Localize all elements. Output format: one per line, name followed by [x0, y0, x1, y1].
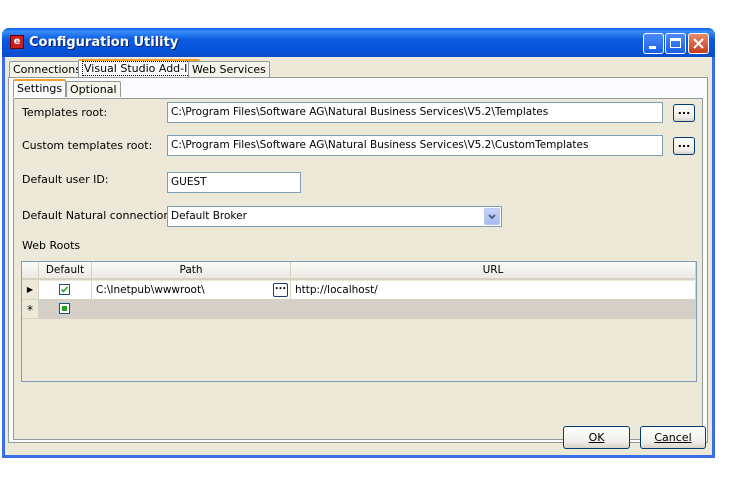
default-user-id-field[interactable]: GUEST	[167, 172, 301, 193]
column-header-default[interactable]: Default	[39, 262, 92, 280]
tab-web-services[interactable]: Web Services	[188, 61, 270, 77]
default-user-id-label: Default user ID:	[22, 173, 109, 186]
path-browse-button[interactable]: ...	[273, 282, 288, 297]
default-natural-connection-select[interactable]: Default Broker	[167, 206, 502, 227]
new-row-indicator: *	[22, 300, 39, 319]
minimize-button[interactable]	[643, 33, 664, 54]
indeterminate-icon	[62, 306, 67, 311]
title-bar[interactable]: e Configuration Utility	[2, 28, 715, 57]
new-row-url-cell[interactable]	[291, 300, 696, 319]
templates-root-field[interactable]: C:\Program Files\Software AG\Natural Bus…	[167, 102, 663, 123]
table-row-path-cell[interactable]: C:\Inetpub\wwwroot\ ...	[92, 281, 291, 300]
window-title: Configuration Utility	[29, 35, 179, 50]
custom-templates-root-browse-button[interactable]: ...	[673, 137, 695, 155]
dialog-client-area: Connections Visual Studio Add-In Web Ser…	[5, 57, 712, 455]
settings-panel: Templates root: C:\Program Files\Softwar…	[13, 98, 703, 440]
tab-connections[interactable]: Connections	[9, 61, 85, 77]
default-natural-connection-value: Default Broker	[171, 210, 247, 222]
table-row-url-cell[interactable]: http://localhost/	[291, 281, 696, 300]
dropdown-button[interactable]	[484, 208, 500, 225]
row-indicator: ▶	[22, 281, 39, 300]
path-value: C:\Inetpub\wwwroot\	[96, 284, 205, 296]
maximize-icon	[670, 38, 681, 48]
chevron-down-icon	[488, 214, 496, 220]
web-roots-label: Web Roots	[22, 239, 81, 252]
templates-root-label: Templates root:	[22, 106, 108, 119]
new-row-default-cell[interactable]	[39, 300, 92, 319]
tab-optional[interactable]: Optional	[66, 81, 121, 97]
new-row-checkbox[interactable]	[59, 303, 70, 314]
app-icon: e	[10, 35, 24, 49]
column-header-path[interactable]: Path	[92, 262, 291, 280]
configuration-utility-window: e Configuration Utility Connections Visu…	[2, 28, 715, 458]
minimize-icon	[649, 46, 656, 49]
tab-visual-studio-add-in[interactable]: Visual Studio Add-In	[78, 59, 201, 77]
tab-settings[interactable]: Settings	[13, 79, 67, 97]
cancel-button[interactable]: Cancel	[640, 426, 706, 449]
templates-root-browse-button[interactable]: ...	[673, 104, 695, 122]
web-roots-grid[interactable]: Default Path URL ▶ C:\Inetpub\wwwroot\ .…	[21, 261, 697, 382]
row-header-corner	[22, 262, 39, 280]
visual-studio-add-in-panel: Settings Optional Templates root: C:\Pro…	[8, 77, 708, 443]
maximize-button[interactable]	[665, 33, 686, 54]
custom-templates-root-label: Custom templates root:	[22, 139, 153, 152]
close-button[interactable]	[688, 33, 709, 54]
ok-button[interactable]: OK	[563, 426, 630, 449]
column-header-url[interactable]: URL	[291, 262, 696, 280]
default-checkbox[interactable]	[59, 284, 70, 295]
table-row-default-cell[interactable]	[39, 281, 92, 300]
close-icon	[693, 38, 704, 49]
default-natural-connection-label: Default Natural connection:	[22, 209, 175, 222]
checkmark-icon	[60, 286, 69, 293]
new-row-path-cell[interactable]	[92, 300, 291, 319]
custom-templates-root-field[interactable]: C:\Program Files\Software AG\Natural Bus…	[167, 135, 663, 156]
